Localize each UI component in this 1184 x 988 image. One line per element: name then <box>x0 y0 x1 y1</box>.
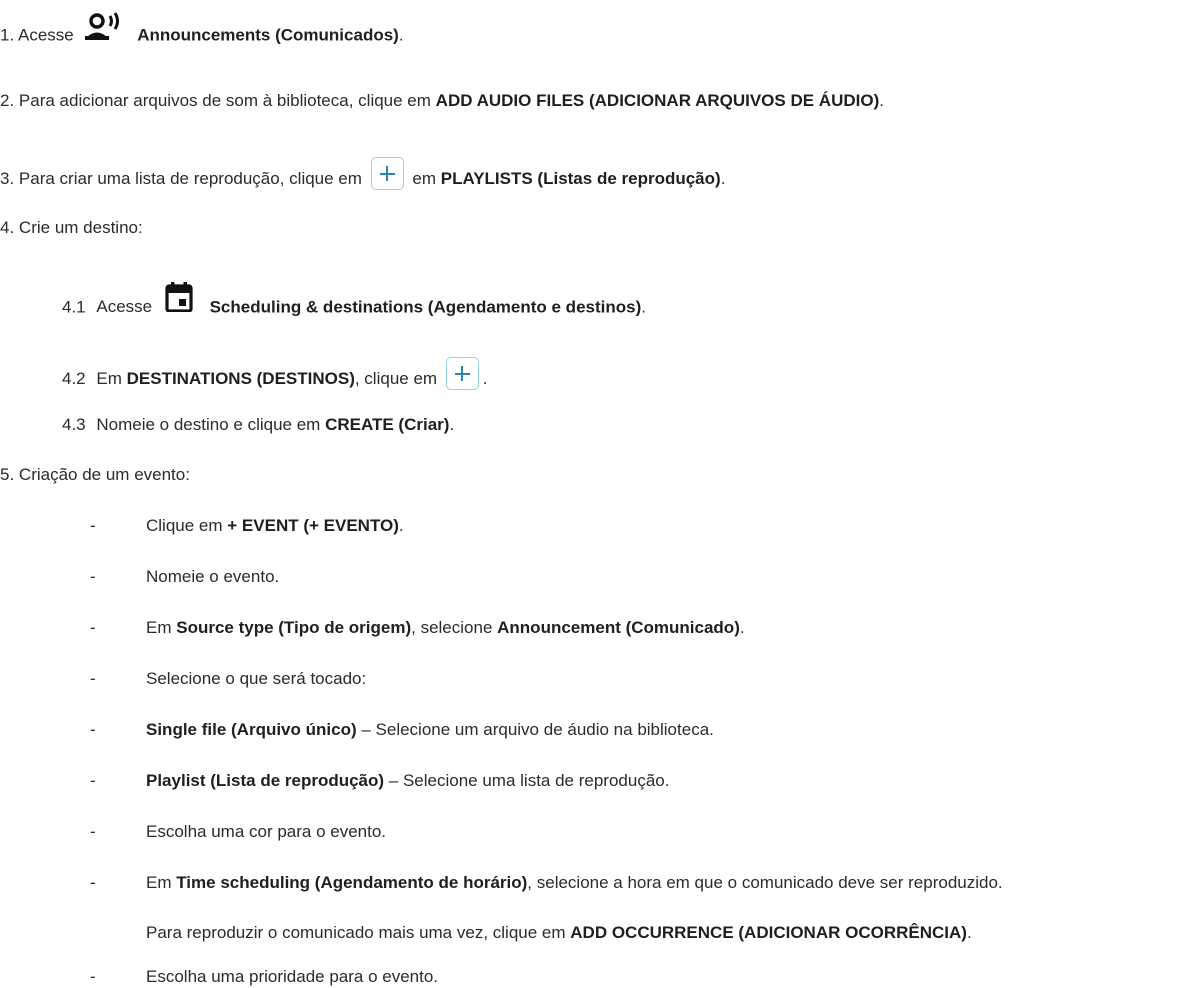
step-text: Criação de um evento: <box>18 465 190 484</box>
calendar-icon <box>165 282 193 318</box>
bullet-text: Nomeie o evento. <box>146 567 280 586</box>
dash: - <box>90 567 96 586</box>
bullet-text: – Selecione uma lista de reprodução. <box>384 771 670 790</box>
plus-button-icon[interactable] <box>370 157 404 190</box>
dash: - <box>90 967 96 986</box>
announcement-label: Announcement (Comunicado) <box>497 618 740 637</box>
add-occurrence-label: ADD OCCURRENCE (ADICIONAR OCORRÊNCIA) <box>570 923 967 942</box>
playlists-label: PLAYLISTS (Listas de reprodução) <box>440 168 721 188</box>
bullet-text: Em <box>146 873 172 892</box>
step-number: 1. <box>0 25 15 45</box>
bullet-text: , selecione a hora em que o comunicado d… <box>527 873 1003 892</box>
substep-text: Acesse <box>96 297 153 317</box>
step-4: 4. Crie um destino: <box>0 217 143 239</box>
single-file-label: Single file (Arquivo único) <box>146 720 357 739</box>
punct: . <box>641 297 646 317</box>
playlist-label: Playlist (Lista de reprodução) <box>146 771 385 790</box>
bullet-item: - Playlist (Lista de reprodução) – Selec… <box>90 770 669 792</box>
plus-button-icon[interactable] <box>445 357 479 390</box>
punct: . <box>739 618 745 637</box>
substep-4-1: 4.1 Acesse Scheduling & destinations (Ag… <box>62 282 646 326</box>
step-2: 2. Para adicionar arquivos de som à bibl… <box>0 90 884 112</box>
bullet-text: Para reproduzir o comunicado mais uma ve… <box>146 923 566 942</box>
dash: - <box>90 516 96 535</box>
substep-text: , clique em <box>354 368 438 388</box>
source-type-label: Source type (Tipo de origem) <box>176 618 412 637</box>
bullet-item: - Single file (Arquivo único) – Selecion… <box>90 719 714 741</box>
punct: . <box>449 415 455 434</box>
step-text: Para adicionar arquivos de som à bibliot… <box>18 91 431 110</box>
bullet-item: - Em Time scheduling (Agendamento de hor… <box>90 872 1003 894</box>
step-text: Crie um destino: <box>18 218 143 237</box>
bullet-text: Escolha uma cor para o evento. <box>146 822 387 841</box>
substep-text: Em <box>96 368 122 388</box>
punct: . <box>720 168 726 188</box>
create-label: CREATE (Criar) <box>325 415 450 434</box>
step-text: em <box>412 168 437 188</box>
substep-4-3: 4.3 Nomeie o destino e clique em CREATE … <box>62 414 454 436</box>
announcement-speaker-icon <box>84 12 124 48</box>
event-label: + EVENT (+ EVENTO) <box>227 516 399 535</box>
dash: - <box>90 669 96 688</box>
step-number: 2. <box>0 91 15 110</box>
substep-number: 4.1 <box>62 297 86 317</box>
bullet-text: Selecione o que será tocado: <box>146 669 367 688</box>
step-number: 4. <box>0 218 15 237</box>
bullet-item: - Selecione o que será tocado: <box>90 668 366 690</box>
bullet-text: Escolha uma prioridade para o evento. <box>146 967 439 986</box>
dash: - <box>90 720 96 739</box>
bullet-text: , selecione <box>411 618 493 637</box>
dash: - <box>90 873 96 892</box>
bullet-text: Clique em <box>146 516 223 535</box>
punct: . <box>482 368 488 388</box>
bullet-item: - Escolha uma cor para o evento. <box>90 821 386 843</box>
bullet-item: - Escolha uma prioridade para o evento. <box>90 966 438 988</box>
step-text: Acesse <box>17 25 74 45</box>
scheduling-destinations-label: Scheduling & destinations (Agendamento e… <box>209 297 642 317</box>
step-number: 3. <box>0 168 15 188</box>
step-text: Para criar uma lista de reprodução, cliq… <box>18 168 362 188</box>
bullet-continuation: Para reproduzir o comunicado mais uma ve… <box>146 922 972 944</box>
substep-4-2: 4.2 Em DESTINATIONS (DESTINOS), clique e… <box>62 357 488 396</box>
step-3: 3. Para criar uma lista de reprodução, c… <box>0 157 726 196</box>
step-number: 5. <box>0 465 15 484</box>
punct: . <box>966 923 972 942</box>
announcements-label: Announcements (Comunicados) <box>137 25 399 45</box>
substep-text: Nomeie o destino e clique em <box>96 415 321 434</box>
time-scheduling-label: Time scheduling (Agendamento de horário) <box>176 873 528 892</box>
destinations-label: DESTINATIONS (DESTINOS) <box>126 368 355 388</box>
bullet-item: - Clique em + EVENT (+ EVENTO). <box>90 515 404 537</box>
bullet-text: – Selecione um arquivo de áudio na bibli… <box>356 720 714 739</box>
dash: - <box>90 618 96 637</box>
bullet-item: - Em Source type (Tipo de origem), selec… <box>90 617 745 639</box>
bullet-item: - Nomeie o evento. <box>90 566 279 588</box>
add-audio-files-label: ADD AUDIO FILES (ADICIONAR ARQUIVOS DE Á… <box>435 91 880 110</box>
substep-number: 4.3 <box>62 415 86 434</box>
punct: . <box>398 516 404 535</box>
bullet-text: Em <box>146 618 172 637</box>
punct: . <box>398 25 404 45</box>
step-1: 1. Acesse Announcements (Comunicados). <box>0 12 404 54</box>
dash: - <box>90 771 96 790</box>
substep-number: 4.2 <box>62 368 86 388</box>
dash: - <box>90 822 96 841</box>
step-5: 5. Criação de um evento: <box>0 464 190 486</box>
punct: . <box>879 91 884 110</box>
